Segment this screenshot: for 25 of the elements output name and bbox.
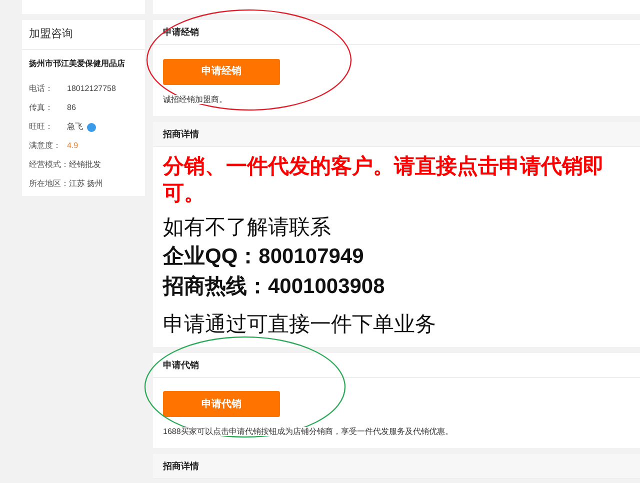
apply-button[interactable]: 申请代销 [163,391,280,417]
shop-name: 扬州市邗江美爱保健用品店 [29,58,126,70]
field-label: 满意度： [29,140,62,152]
field-label: 传真： [29,102,54,114]
chat-icon [87,122,96,132]
detail-text: 招商热线：4001003908 [163,274,386,300]
apply-button[interactable]: 申请经销 [163,58,280,84]
section-title: 招商详情 [153,454,640,479]
field-value: 4.9 [67,140,78,152]
field-value: 经销批发 [69,159,101,171]
detail-text: 分销、一件代发的客户。请直接点击申请代销即可。 [163,154,605,206]
detail-text: 申请通过可直接一件下单业务 [163,312,437,338]
panel-title: 加盟咨询 [22,20,145,50]
field-value: 江苏 扬州 [69,178,104,190]
detail-text: 如有不了解请联系 [163,214,332,240]
section-title: 申请代销 [153,352,640,378]
field-label: 所在地区： [29,178,69,190]
field-label: 经营模式： [29,159,69,171]
field-value: 18012127758 [67,83,116,95]
field-value: 急飞 [67,121,83,133]
field-label: 电话： [29,83,54,95]
field-value: 86 [67,102,76,114]
section-title: 招商详情 [153,122,640,146]
detail-text: 企业QQ：800107949 [163,244,365,270]
field-label: 旺旺： [29,121,54,133]
